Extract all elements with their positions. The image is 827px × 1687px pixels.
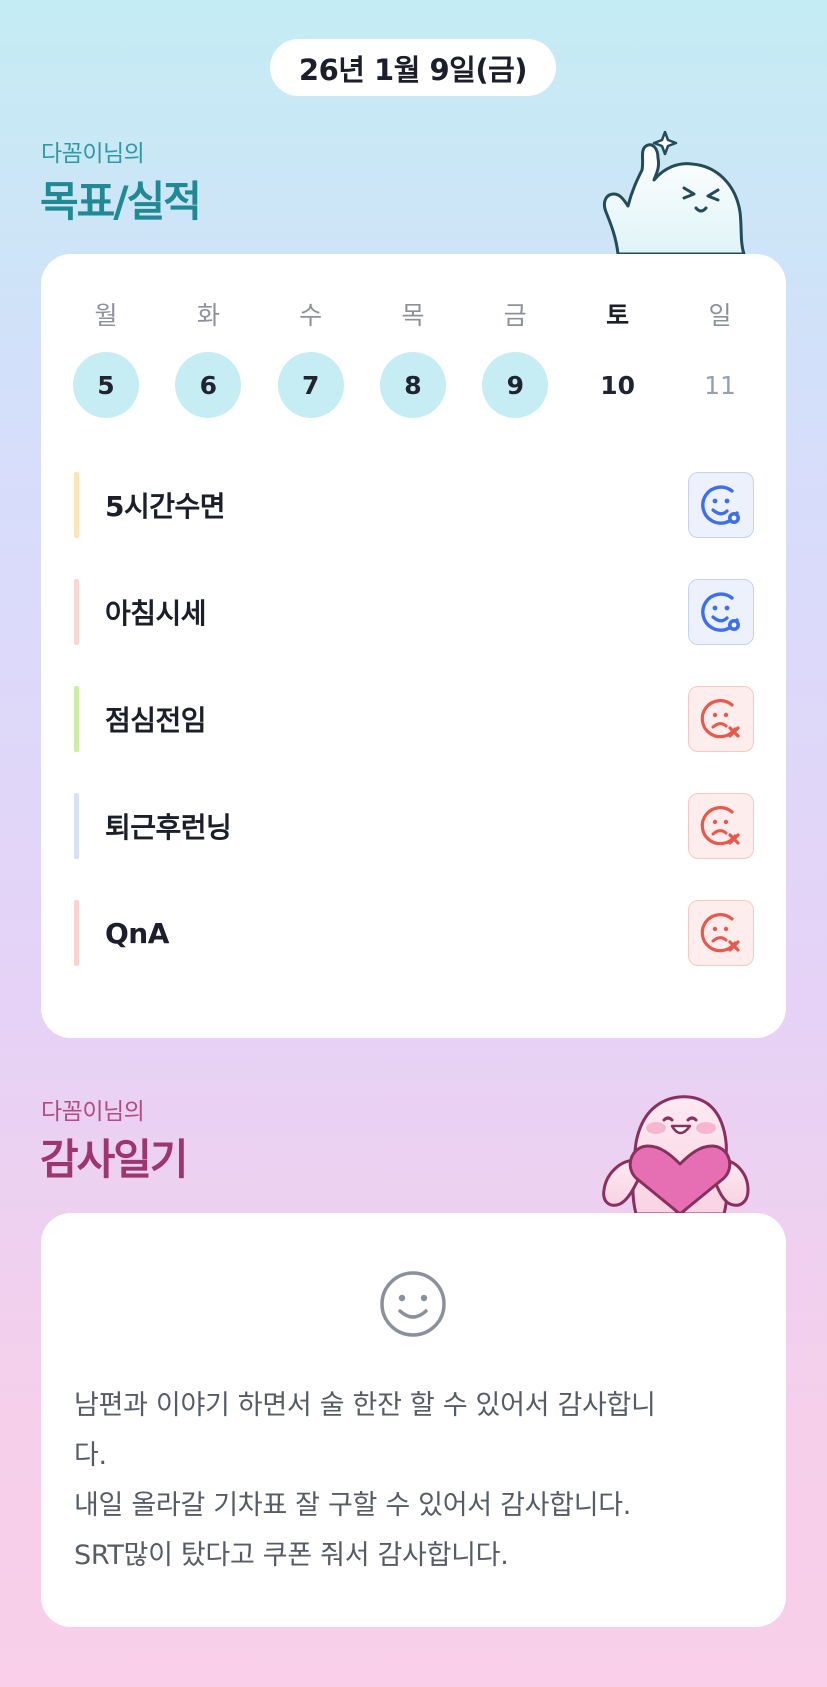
goal-color-bar	[74, 900, 79, 966]
calendar-day[interactable]: 수7	[277, 301, 344, 418]
goals-section-title: 목표/실적	[40, 177, 202, 226]
day-of-week-label: 월	[94, 301, 118, 330]
day-of-week-label: 일	[708, 301, 732, 330]
calendar-day[interactable]: 목8	[379, 301, 446, 418]
smile-check-icon	[699, 483, 743, 527]
diary-owner-label: 다꼼이님의	[41, 1099, 145, 1125]
day-number[interactable]: 11	[687, 352, 753, 418]
waving-ghost-illustration	[598, 128, 748, 256]
calendar-day[interactable]: 화6	[175, 301, 242, 418]
goals-card: 월 5 화 6 수 7 목 8 금 9 토 10 일 11 5시간수면 아침시세 점심전임 퇴근후런닝 QnA	[41, 254, 786, 1038]
goal-color-bar	[74, 793, 79, 859]
diary-line: 다.	[74, 1440, 107, 1471]
goal-row[interactable]: QnA	[74, 900, 754, 966]
status-fail-button[interactable]	[688, 900, 754, 966]
diary-line: SRT많이 탔다고 쿠폰 줘서 감사합니다.	[74, 1540, 509, 1571]
sad-x-icon	[699, 911, 743, 955]
status-success-button[interactable]	[688, 472, 754, 538]
diary-text: 남편과 이야기 하면서 술 한잔 할 수 있어서 감사합니다. 내일 올라갈 기차…	[74, 1381, 764, 1581]
goal-row[interactable]: 점심전임	[74, 686, 754, 752]
goal-name: 점심전임	[105, 704, 207, 737]
day-of-week-label: 금	[503, 301, 527, 330]
day-number[interactable]: 10	[585, 352, 651, 418]
goal-name: 아침시세	[105, 597, 207, 630]
day-of-week-label: 화	[196, 301, 220, 330]
calendar-day[interactable]: 금9	[482, 301, 549, 418]
goal-name: 퇴근후런닝	[105, 811, 232, 844]
calendar-day[interactable]: 일 11	[687, 302, 753, 418]
diary-card: 남편과 이야기 하면서 술 한잔 할 수 있어서 감사합니다. 내일 올라갈 기차…	[41, 1213, 786, 1627]
day-of-week-label: 수	[299, 301, 323, 330]
day-of-week-label: 목	[401, 301, 425, 330]
calendar-day[interactable]: 월5	[73, 302, 139, 418]
diary-section-title: 감사일기	[40, 1135, 189, 1184]
day-number[interactable]: 5	[73, 352, 139, 418]
sad-x-icon	[699, 697, 743, 741]
day-number[interactable]: 8	[379, 352, 446, 418]
goal-color-bar	[74, 686, 79, 752]
goal-row[interactable]: 퇴근후런닝	[74, 793, 754, 859]
goal-color-bar	[74, 579, 79, 645]
heart-character-illustration	[596, 1088, 754, 1216]
smile-icon	[378, 1269, 448, 1339]
diary-line: 내일 올라갈 기차표 잘 구할 수 있어서 감사합니다.	[74, 1490, 632, 1521]
status-fail-button[interactable]	[688, 686, 754, 752]
status-success-button[interactable]	[688, 579, 754, 645]
status-fail-button[interactable]	[688, 793, 754, 859]
date-pill[interactable]: 26년 1월 9일(금)	[270, 39, 556, 96]
goal-row[interactable]: 아침시세	[74, 579, 754, 645]
week-calendar: 월 5 화 6 수 7 목 8 금 9 토 10 일 11	[73, 302, 753, 418]
goal-row[interactable]: 5시간수면	[74, 472, 754, 538]
goal-name: QnA	[105, 916, 169, 950]
diary-line: 남편과 이야기 하면서 술 한잔 할 수 있어서 감사합니	[74, 1390, 656, 1421]
goal-name: 5시간수면	[105, 490, 226, 523]
sad-x-icon	[699, 804, 743, 848]
day-number[interactable]: 9	[482, 352, 549, 418]
goal-color-bar	[74, 472, 79, 538]
goals-owner-label: 다꼼이님의	[41, 141, 145, 167]
day-number[interactable]: 6	[175, 352, 242, 418]
calendar-day[interactable]: 토 10	[585, 302, 651, 418]
smile-check-icon	[699, 590, 743, 634]
day-number[interactable]: 7	[277, 352, 344, 418]
day-of-week-label: 토	[606, 301, 630, 330]
